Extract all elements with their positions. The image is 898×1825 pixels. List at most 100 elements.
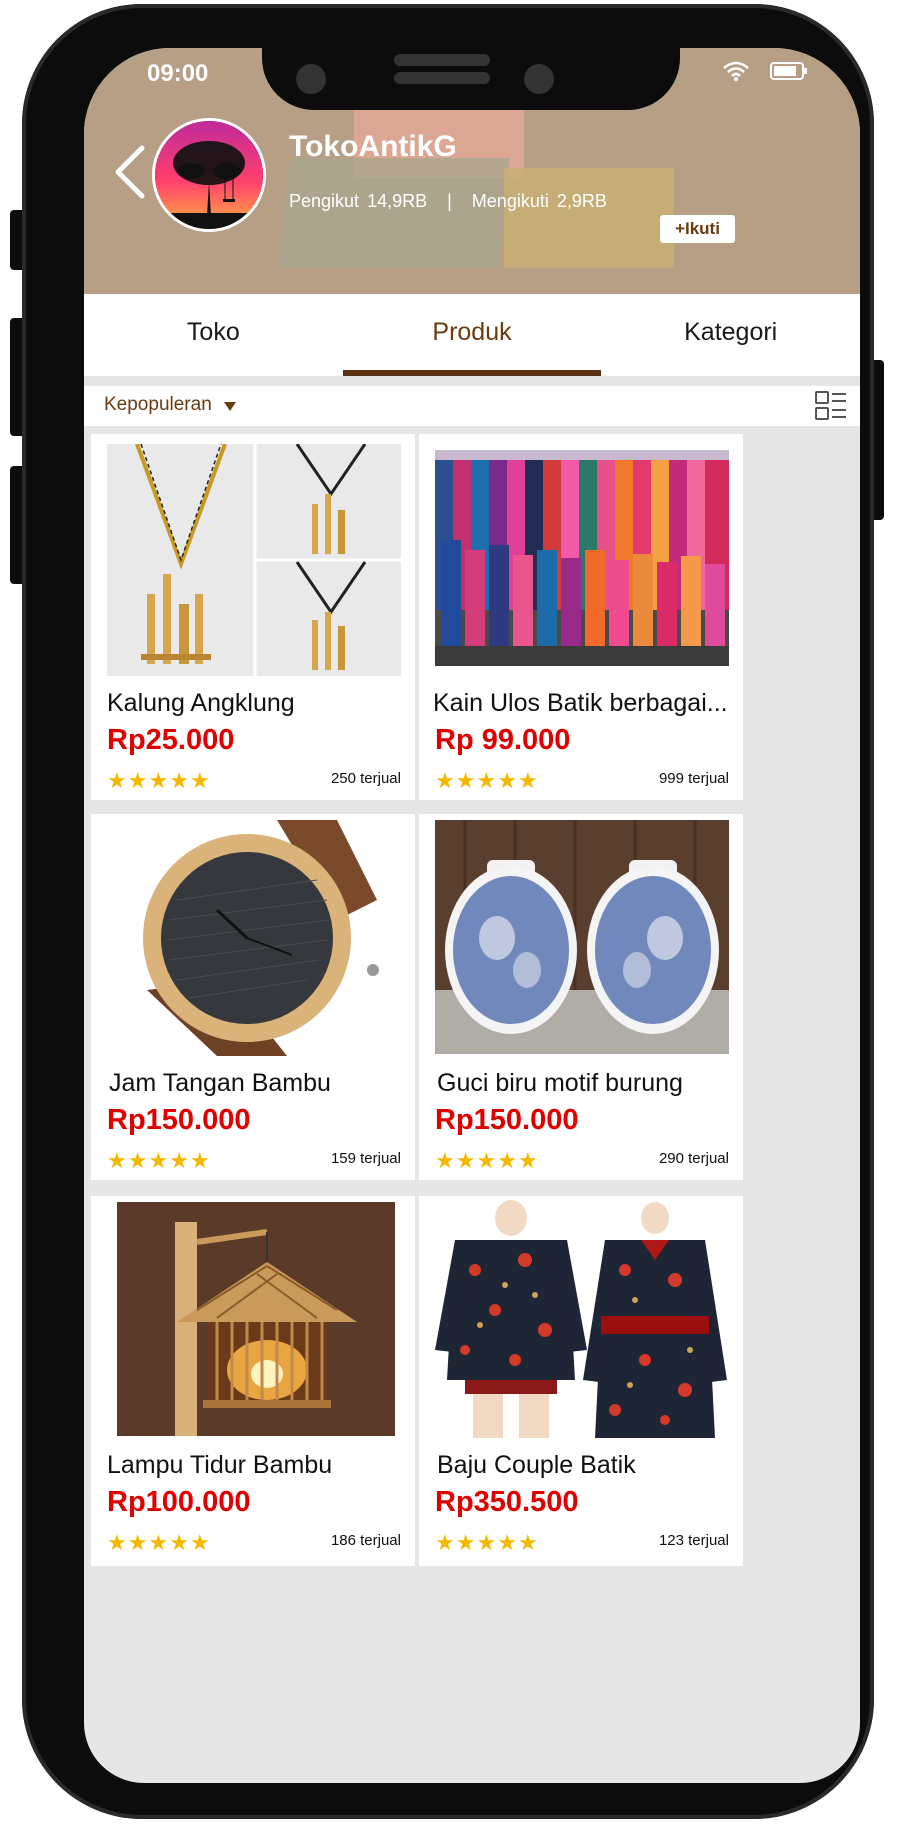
sort-selected-label: Kepopuleran [104,394,212,415]
star-icon: ★ [189,768,210,793]
star-icon: ★ [455,1148,476,1173]
star-icon: ★ [148,768,169,793]
app-screen: 09:00 TokoAntikG Pengikut 14,9RB | Mengi… [84,48,860,1783]
shop-name: TokoAntikG [289,130,457,163]
star-icon: ★ [127,768,148,793]
product-price: Rp100.000 [107,1486,251,1518]
tab-kategori[interactable]: Kategori [601,294,860,376]
tab-produk[interactable]: Produk [342,294,602,376]
tab-toko[interactable]: Toko [84,294,343,376]
star-icon: ★ [107,1148,127,1173]
rating-stars: ★ ★ ★ ★ ★ [435,770,538,792]
star-icon: ★ [127,1530,148,1555]
sort-bar: Kepopuleran [84,386,860,426]
rating-stars: ★ ★ ★ ★ ★ [435,1532,538,1554]
rating-stars: ★ ★ ★ ★ ★ [107,1532,210,1554]
tree-avatar-image [155,121,263,229]
star-icon: ★ [497,1148,517,1173]
star-icon: ★ [497,1530,517,1555]
product-price: Rp25.000 [107,724,235,756]
wifi-icon [723,61,749,81]
product-image-ulos-fabric [435,450,729,666]
sold-count: 250 terjual [330,770,401,787]
speaker-grille [394,54,490,66]
star-icon: ★ [517,1148,538,1173]
star-icon: ★ [476,1148,497,1173]
speaker-grille [394,72,490,84]
product-image-bamboo-lamp [117,1202,395,1436]
divider [84,376,860,386]
list-view-icon[interactable] [814,390,848,422]
following-label: Mengikuti [471,191,549,211]
product-price: Rp150.000 [435,1104,579,1136]
follow-button[interactable]: +Ikuti [660,215,735,243]
star-icon: ★ [435,1148,455,1173]
product-name: Guci biru motif burung [437,1069,683,1097]
phone-frame: 09:00 TokoAntikG Pengikut 14,9RB | Mengi… [22,4,874,1819]
header-bg-box [278,158,510,268]
product-image-bamboo-watch [107,820,401,1056]
product-name: Kain Ulos Batik berbagai... [433,689,728,717]
sold-count: 159 terjual [330,1150,401,1167]
product-image-angklung-necklace [107,444,401,676]
product-price: Rp 99.000 [435,724,571,756]
star-icon: ★ [435,1530,455,1555]
star-icon: ★ [107,1530,127,1555]
sensor [524,64,554,94]
shop-avatar[interactable] [152,118,266,232]
product-card[interactable]: Lampu Tidur Bambu Rp100.000 ★ ★ ★ ★ ★ 186 te… [91,1196,415,1566]
stats-separator: | [447,191,452,211]
product-name: Jam Tangan Bambu [109,1069,331,1097]
product-card[interactable]: Kalung Angklung Rp25.000 ★ ★ ★ ★ ★ 250 terju… [91,434,415,800]
product-card[interactable]: Kain Ulos Batik berbagai... Rp 99.000 ★ ★… [419,434,743,800]
star-icon: ★ [148,1148,169,1173]
product-name: Lampu Tidur Bambu [107,1451,333,1479]
star-icon: ★ [127,1148,148,1173]
status-icons [722,60,808,82]
star-icon: ★ [455,1530,476,1555]
caret-down-icon [223,402,236,411]
product-price: Rp350.500 [435,1486,579,1518]
product-grid: Kalung Angklung Rp25.000 ★ ★ ★ ★ ★ 250 terju… [91,434,851,1783]
front-camera [296,64,326,94]
product-image-blue-jars [435,820,729,1054]
sort-dropdown[interactable]: Kepopuleran [104,394,236,416]
star-icon: ★ [169,768,189,793]
star-icon: ★ [148,1530,169,1555]
product-name: Baju Couple Batik [437,1451,636,1479]
back-chevron-icon[interactable] [106,142,156,202]
battery-icon [770,62,807,80]
star-icon: ★ [169,1530,189,1555]
product-card[interactable]: Baju Couple Batik Rp350.500 ★ ★ ★ ★ ★ 123 te… [419,1196,743,1566]
product-card[interactable]: Jam Tangan Bambu Rp150.000 ★ ★ ★ ★ ★ 159 ter… [91,814,415,1180]
status-time: 09:00 [147,60,209,87]
star-icon: ★ [517,768,538,793]
star-icon: ★ [455,768,476,793]
shop-tabs: Toko Produk Kategori [84,294,860,376]
star-icon: ★ [189,1148,210,1173]
star-icon: ★ [169,1148,189,1173]
sold-count: 999 terjual [658,770,729,787]
followers-label: Pengikut [289,191,360,211]
rating-stars: ★ ★ ★ ★ ★ [107,770,210,792]
star-icon: ★ [189,1530,210,1555]
product-card[interactable]: Guci biru motif burung Rp150.000 ★ ★ ★ ★ ★ 2… [419,814,743,1180]
rating-stars: ★ ★ ★ ★ ★ [435,1150,538,1172]
sold-count: 290 terjual [658,1150,729,1167]
sold-count: 186 terjual [330,1532,401,1549]
product-image-batik-couple [435,1200,729,1438]
product-price: Rp150.000 [107,1104,251,1136]
star-icon: ★ [107,768,127,793]
following-count: 2,9RB [556,191,607,211]
product-name: Kalung Angklung [107,689,295,717]
rating-stars: ★ ★ ★ ★ ★ [107,1150,210,1172]
star-icon: ★ [476,768,497,793]
star-icon: ★ [517,1530,538,1555]
header-bg-box [504,168,674,268]
phone-notch [262,48,680,110]
star-icon: ★ [497,768,517,793]
shop-header: 09:00 TokoAntikG Pengikut 14,9RB | Mengi… [84,48,860,294]
star-icon: ★ [476,1530,497,1555]
sold-count: 123 terjual [658,1532,729,1549]
star-icon: ★ [435,768,455,793]
